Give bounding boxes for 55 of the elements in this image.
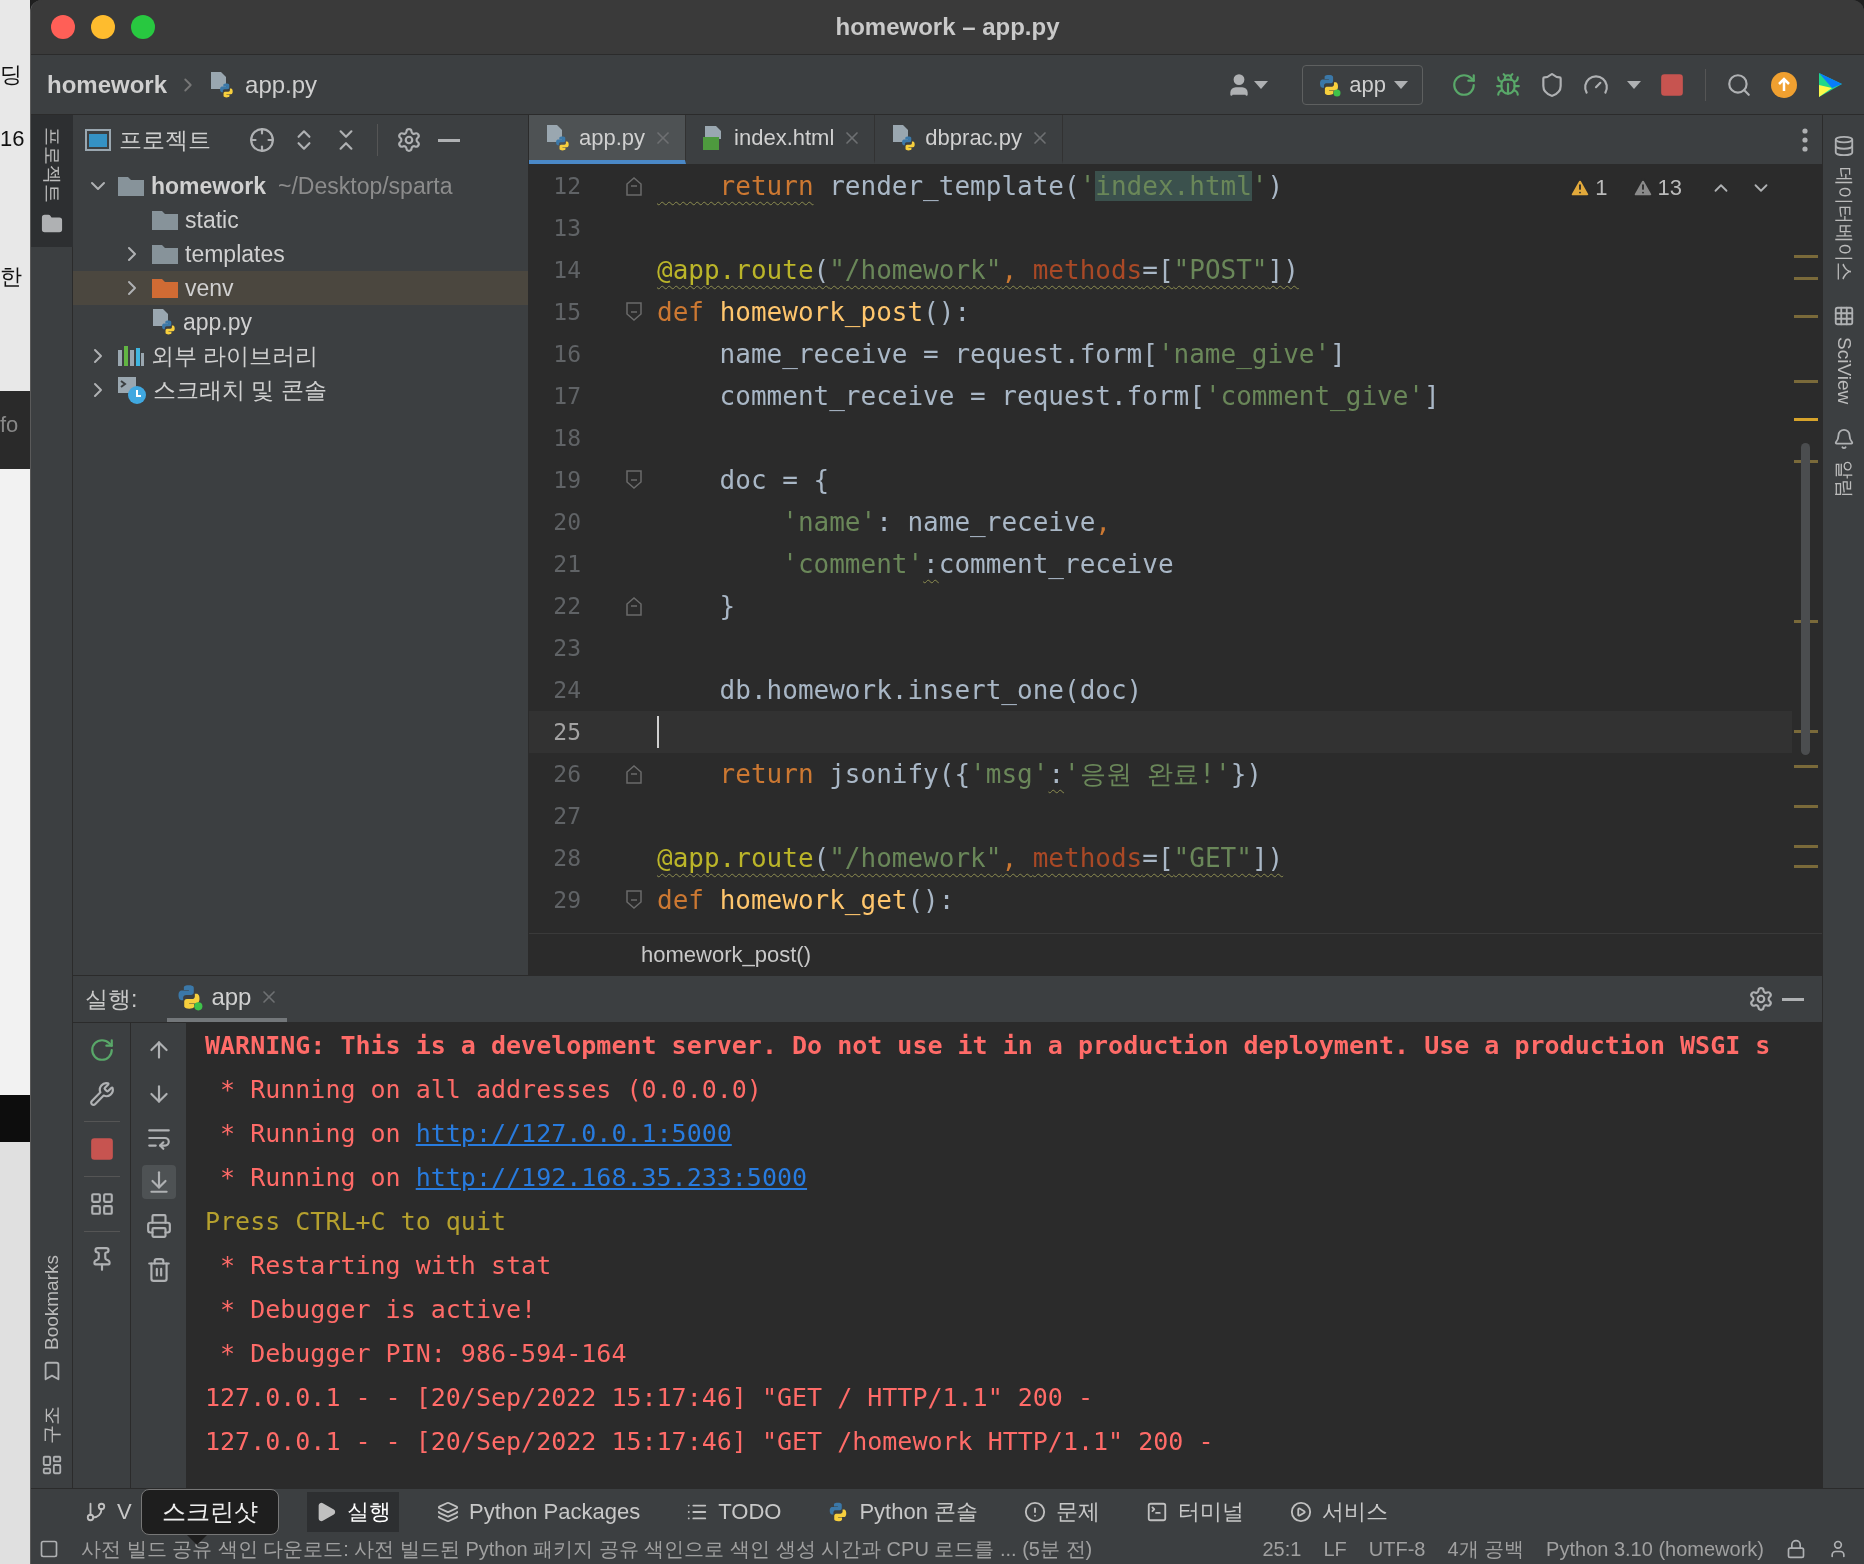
background-text: 한 — [0, 263, 23, 291]
code-line: doc = { — [718, 464, 830, 497]
code-line: db.homework.insert_one(doc) — [718, 674, 1143, 707]
line-number: 19 — [552, 467, 581, 493]
code-line: return jsonify({'msg':'응원 완료!'}) — [718, 757, 1262, 791]
tree-label: app.py — [183, 308, 253, 336]
code-line: def homework_post(): — [657, 296, 971, 329]
line-number: 15 — [552, 299, 581, 325]
run-label: 실행: — [85, 984, 138, 1014]
console-line: * Debugger is active! — [219, 1293, 538, 1326]
tree-label: venv — [185, 274, 234, 302]
line-number: 28 — [552, 845, 581, 871]
tree-label: 스크래치 및 콘솔 — [153, 375, 327, 405]
code-line: @app.route("/homework", methods=["POST"]) — [657, 254, 1299, 287]
line-number: 23 — [552, 635, 581, 661]
code-line: @app.route("/homework", methods=["GET"]) — [657, 842, 1284, 875]
line-number: 17 — [552, 383, 581, 409]
tree-label: 외부 라이브러리 — [151, 341, 319, 371]
line-number: 25 — [552, 719, 581, 745]
console-line: * Debugger PIN: 986-594-164 — [219, 1337, 628, 1370]
console-line: WARNING: This is a development server. Do not use it in a production deployment. Use a production WSGI s — [205, 1029, 1772, 1062]
line-number: 22 — [552, 593, 581, 619]
code-line: name_receive = request.form['name_give'] — [718, 338, 1346, 371]
code-line: comment_receive = request.form['comment_give'] — [718, 380, 1440, 413]
console-line: * Restarting with stat — [219, 1249, 553, 1282]
line-number: 14 — [552, 257, 581, 283]
tree-path: ~/Desktop/sparta — [278, 172, 453, 200]
line-number: 27 — [552, 803, 581, 829]
console-line: * Running on all addresses (0.0.0.0) — [219, 1073, 763, 1106]
line-number: 21 — [552, 551, 581, 577]
tree-label: homework — [151, 172, 267, 200]
background-text: 16 — [0, 126, 26, 152]
code-line: def homework_get(): — [657, 884, 955, 917]
tree-label: static — [185, 206, 239, 234]
line-number: 13 — [552, 215, 581, 241]
background-text: fo — [0, 412, 20, 438]
console-line: * Running on http://192.168.35.233:5000 — [219, 1161, 809, 1194]
code-line: 'name': name_receive, — [781, 506, 1111, 539]
window-title: homework – app.py — [835, 13, 1060, 41]
line-number: 26 — [552, 761, 581, 787]
console-line: 127.0.0.1 - - [20/Sep/2022 15:17:46] "GET / HTTP/1.1" 200 - — [205, 1381, 1095, 1414]
console-line: * Running on http://127.0.0.1:5000 — [219, 1117, 733, 1150]
line-number: 24 — [552, 677, 581, 703]
background-text: 딩 — [0, 61, 23, 89]
tree-label: templates — [185, 240, 285, 268]
console-line: 127.0.0.1 - - [20/Sep/2022 15:17:46] "GET /homework HTTP/1.1" 200 - — [205, 1425, 1215, 1458]
console-line: Press CTRL+C to quit — [205, 1205, 508, 1238]
code-line: 'comment':comment_receive — [781, 548, 1174, 581]
tooltip: 스크린샷 — [141, 1489, 279, 1535]
line-number: 16 — [552, 341, 581, 367]
line-number: 29 — [552, 887, 581, 913]
line-number: 20 — [552, 509, 581, 535]
line-number: 12 — [552, 173, 581, 199]
code-line: } — [718, 590, 736, 623]
line-number: 18 — [552, 425, 581, 451]
